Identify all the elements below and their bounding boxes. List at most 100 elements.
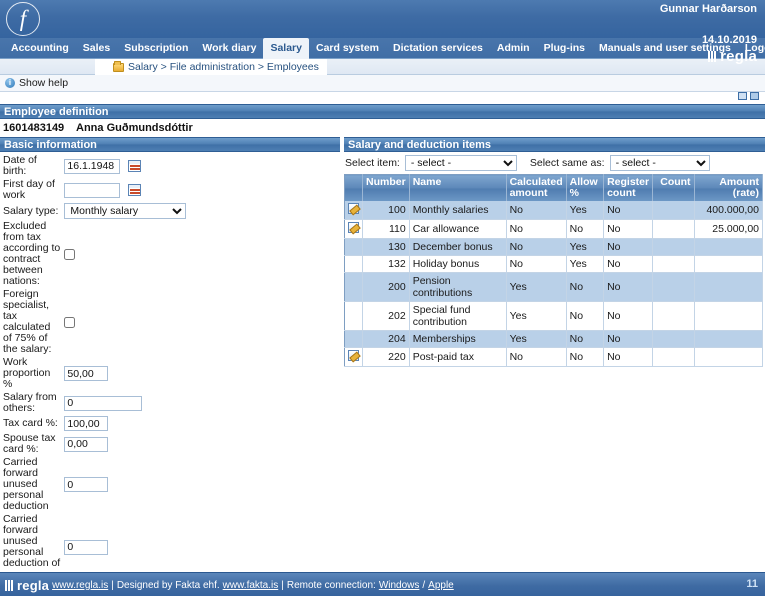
- utility-icon-bar: [0, 92, 765, 104]
- cell-register: No: [603, 238, 654, 256]
- breadcrumb-bar: Salary > File administration > Employees: [0, 59, 765, 75]
- calendar-icon[interactable]: [128, 160, 142, 172]
- table-row[interactable]: 200 Pension contributions Yes No No: [344, 272, 764, 302]
- designed-by-label: Designed by Fakta ehf.: [116, 579, 220, 591]
- nav-item-accounting[interactable]: Accounting: [4, 38, 76, 59]
- salary-type-select[interactable]: Monthly salary: [64, 203, 187, 219]
- cell-amount: [694, 347, 764, 367]
- carried-forward-personal-input[interactable]: [64, 477, 109, 492]
- footer-separator-2: |: [281, 579, 284, 591]
- cell-allow: No: [566, 301, 605, 331]
- table-row[interactable]: 202 Special fund contribution Yes No No: [344, 301, 764, 331]
- nav-item-admin[interactable]: Admin: [490, 38, 537, 59]
- nav-item-card-system[interactable]: Card system: [309, 38, 386, 59]
- cell-amount: 400.000,00: [694, 201, 764, 220]
- column-header-name: Name: [409, 174, 507, 201]
- salary-from-others-label: Salary from others:: [3, 391, 57, 414]
- work-proportion-label: Work proportion %: [3, 356, 51, 390]
- window-icon[interactable]: [750, 92, 759, 100]
- page-number: 11: [746, 578, 758, 590]
- nav-item-dictation-services[interactable]: Dictation services: [386, 38, 490, 59]
- employee-id: 1601483149: [3, 122, 65, 134]
- row-edit-cell: [344, 301, 363, 331]
- salary-deduction-panel: Salary and deduction items Select item: …: [340, 137, 765, 367]
- select-same-as-dropdown[interactable]: - select -: [609, 155, 710, 171]
- basic-information-form: Date of birth: First day of work: [0, 154, 340, 596]
- form-row-carried-forward-personal: Carried forward unused personal deductio…: [0, 456, 340, 513]
- nav-item-plug-ins[interactable]: Plug-ins: [537, 38, 592, 59]
- date-of-birth-input[interactable]: [64, 158, 121, 174]
- footer-separator: |: [111, 579, 114, 591]
- foreign-specialist-checkbox[interactable]: [64, 316, 76, 328]
- cell-allow: No: [566, 347, 605, 367]
- table-row[interactable]: 132 Holiday bonus No Yes No: [344, 255, 764, 273]
- footer-brand: regla: [17, 577, 50, 593]
- circled-f-logo-icon[interactable]: f: [6, 2, 40, 36]
- cell-register: No: [603, 330, 654, 348]
- table-row[interactable]: 110 Car allowance No No No 25.000,00: [344, 219, 764, 239]
- excluded-from-tax-checkbox[interactable]: [64, 248, 76, 260]
- page-content: Employee definition 1601483149 Anna Guðm…: [0, 104, 765, 596]
- table-row[interactable]: 130 December bonus No Yes No: [344, 238, 764, 256]
- work-proportion-input[interactable]: [64, 366, 109, 381]
- show-help-label: Show help: [19, 77, 69, 89]
- brand-bars-icon: [5, 579, 14, 591]
- form-row-work-proportion: Work proportion %: [0, 356, 340, 391]
- cell-register: No: [603, 272, 654, 302]
- cell-number: 202: [362, 301, 410, 331]
- brand-label: regla: [720, 48, 757, 65]
- edit-icon[interactable]: [348, 222, 359, 233]
- windows-link[interactable]: Windows: [379, 580, 420, 591]
- cell-number: 220: [362, 347, 410, 367]
- cell-amount: [694, 255, 764, 273]
- edit-icon[interactable]: [348, 203, 359, 214]
- foreign-specialist-label: Foreign specialist, tax calculated of 75…: [3, 288, 52, 355]
- cell-count: [652, 255, 695, 273]
- nav-item-work-diary[interactable]: Work diary: [195, 38, 263, 59]
- row-edit-cell[interactable]: [344, 219, 363, 239]
- calendar-icon[interactable]: [128, 184, 142, 196]
- nav-item-subscription[interactable]: Subscription: [117, 38, 195, 59]
- first-day-of-work-input[interactable]: [64, 182, 121, 198]
- cell-register: No: [603, 201, 654, 220]
- edit-icon[interactable]: [348, 350, 359, 361]
- apple-link[interactable]: Apple: [428, 580, 454, 591]
- cell-number: 130: [362, 238, 410, 256]
- page-title: Employee definition: [0, 104, 765, 119]
- mail-icon[interactable]: [738, 92, 747, 100]
- cell-allow: No: [566, 272, 605, 302]
- cell-count: [652, 201, 695, 220]
- cell-calculated: No: [506, 255, 567, 273]
- column-header-register-count: Register count: [603, 174, 654, 201]
- row-edit-cell[interactable]: [344, 201, 363, 220]
- select-item-dropdown[interactable]: - select -: [404, 155, 517, 171]
- fakta-site-link[interactable]: www.fakta.is: [223, 580, 279, 591]
- app-root: f Gunnar Harðarson 14.10.2019 regla Acco…: [0, 0, 765, 596]
- cell-number: 204: [362, 330, 410, 348]
- row-edit-cell[interactable]: [344, 347, 363, 367]
- carried-forward-spouse-input[interactable]: [64, 539, 109, 555]
- table-row[interactable]: 204 Memberships Yes No No: [344, 330, 764, 348]
- main-navigation: Accounting Sales Subscription Work diary Sal…: [0, 38, 765, 59]
- nav-item-salary[interactable]: Salary: [263, 38, 309, 59]
- help-bar[interactable]: i Show help: [0, 75, 765, 92]
- table-row[interactable]: 100 Monthly salaries No Yes No 400.000,00: [344, 201, 764, 220]
- form-row-spouse-tax-card: Spouse tax card %:: [0, 432, 340, 456]
- table-row[interactable]: 220 Post-paid tax No No No: [344, 347, 764, 367]
- cell-amount: [694, 238, 764, 256]
- column-header-count: Count: [652, 174, 695, 201]
- cell-number: 132: [362, 255, 410, 273]
- cell-number: 110: [362, 219, 410, 239]
- salary-items-table: Number Name Calculated amount Allow % Regist…: [344, 174, 764, 367]
- nav-item-sales[interactable]: Sales: [76, 38, 117, 59]
- cell-calculated: No: [506, 238, 567, 256]
- regla-site-link[interactable]: www.regla.is: [52, 580, 108, 591]
- form-row-salary-from-others: Salary from others:: [0, 391, 340, 415]
- breadcrumb[interactable]: Salary > File administration > Employees: [95, 59, 327, 75]
- excluded-from-tax-label: Excluded from tax according to contract …: [3, 220, 61, 287]
- user-name-label: Gunnar Harðarson: [659, 3, 757, 15]
- item-selectors: Select item: - select - Select same as: …: [344, 152, 765, 174]
- salary-from-others-input[interactable]: [64, 395, 143, 411]
- tax-card-input[interactable]: [64, 416, 109, 431]
- spouse-tax-card-input[interactable]: [64, 436, 109, 452]
